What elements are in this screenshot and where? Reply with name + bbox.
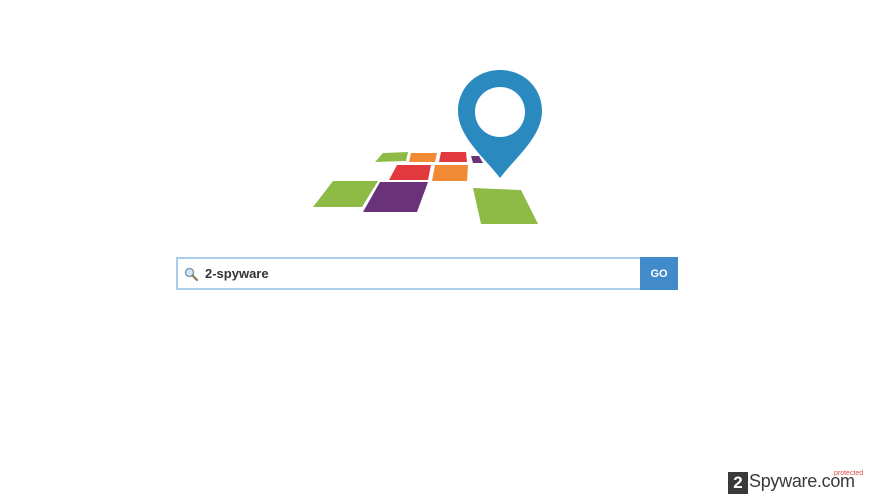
go-button[interactable]: GO [640,257,678,290]
logo-tile-orange-mid [432,165,468,181]
watermark-mark: 2 [728,472,748,494]
watermark-sub: protected [834,470,864,477]
logo-pin-icon [458,70,542,178]
search-field[interactable] [176,257,640,290]
map-pin-logo [313,70,542,224]
logo-tile-green-top [375,152,408,162]
logo-tile-green-right [473,188,538,224]
search-bar: GO [176,257,678,290]
logo-tile-orange-top [409,153,437,162]
logo-tile-red-top [439,152,467,162]
logo-tile-purple-small [471,156,483,163]
logo-tile-red-mid [389,165,431,180]
search-page: GO 2 Spyware.com protected [0,0,876,504]
search-input[interactable] [205,263,640,284]
watermark-logo: 2 Spyware.com protected [728,470,868,498]
magnifier-icon [184,267,198,281]
